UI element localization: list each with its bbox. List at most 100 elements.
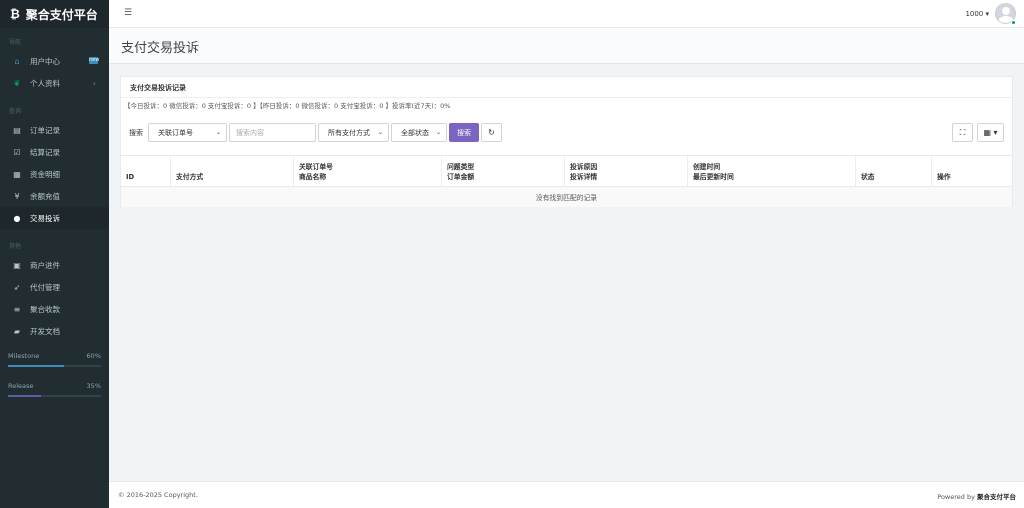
sidebar-toggle-icon[interactable]: ☰ bbox=[124, 8, 132, 18]
powered-by: Powered by 聚合支付平台 bbox=[937, 491, 1016, 501]
table-tools: ⛶ ▦ ▾ bbox=[952, 123, 1004, 142]
sidebar-item-label: 订单记录 bbox=[30, 125, 60, 135]
progress-fill bbox=[8, 395, 41, 397]
search-input[interactable]: 搜索内容 bbox=[229, 123, 316, 142]
chevron-down-icon: ⌄ bbox=[215, 129, 221, 136]
chevron-right-icon: › bbox=[92, 78, 96, 88]
powered-link[interactable]: 聚合支付平台 bbox=[977, 493, 1016, 501]
complaints-box: 支付交易投诉记录 【今日投诉：0 微信投诉：0 支付宝投诉：0 】【昨日投诉：0… bbox=[120, 76, 1013, 207]
sidebar-item-check[interactable]: ☑ 结算记录 bbox=[0, 141, 109, 163]
chevron-down-icon: ⌄ bbox=[377, 129, 383, 136]
column-header-line2: 投诉详情 bbox=[570, 173, 598, 181]
column-header-line2: 状态 bbox=[861, 173, 875, 181]
sidebar-item-label: 结算记录 bbox=[30, 147, 60, 157]
sidebar-menu: 导航 ⌂ 用户中心 new ❦ 个人资料 › 查询 ▤ 订单记录 ☑ 结算记录 ▦ 资金明细 ¥ 余额充值 ● 交… bbox=[0, 28, 109, 342]
sidebar-item-label: 开发文档 bbox=[30, 326, 60, 336]
footer: © 2016-2025 Copyright. Powered by 聚合支付平台 bbox=[109, 481, 1024, 508]
bars-icon: ≡ bbox=[13, 304, 21, 314]
status-select[interactable]: 全部状态 ⌄ bbox=[391, 123, 447, 142]
user-name[interactable]: 1000 ▾ bbox=[965, 10, 989, 18]
online-status-icon bbox=[1011, 20, 1016, 25]
sidebar-item-label: 资金明细 bbox=[30, 169, 60, 179]
status-value: 全部状态 bbox=[401, 128, 429, 137]
paytype-select[interactable]: 所有支付方式 ⌄ bbox=[318, 123, 389, 142]
column-header[interactable]: 投诉原因 投诉详情 bbox=[565, 156, 688, 186]
sidebar-item-label: 余额充值 bbox=[30, 191, 60, 201]
column-header[interactable]: 状态 bbox=[856, 156, 932, 186]
bitcoin-logo-icon: ₿ bbox=[10, 7, 20, 21]
yen-icon: ¥ bbox=[14, 191, 20, 201]
complaints-table: ID 支付方式 关联订单号 商品名称 问题类型 订单金额 投诉原因 投诉详情 创建时间 最后更新时… bbox=[121, 155, 1012, 207]
sidebar: ₿ 聚合支付平台 导航 ⌂ 用户中心 new ❦ 个人资料 › 查询 ▤ 订单记录 ☑ 结算记录 ▦ 资金… bbox=[0, 0, 109, 508]
column-header[interactable]: 支付方式 bbox=[171, 156, 294, 186]
new-badge: new bbox=[89, 57, 100, 64]
column-header-line2: 操作 bbox=[937, 173, 951, 181]
empty-row: 没有找到匹配的记录 bbox=[121, 187, 1012, 207]
progress-track bbox=[8, 365, 101, 367]
sidebar-item-label: 商户进件 bbox=[30, 260, 60, 270]
powered-prefix: Powered by bbox=[937, 493, 977, 501]
brand[interactable]: ₿ 聚合支付平台 bbox=[0, 0, 109, 28]
progress-value: 35% bbox=[86, 382, 101, 390]
column-header[interactable]: 创建时间最后更新时间 bbox=[688, 156, 856, 186]
sidebar-item-label: 个人资料 bbox=[30, 78, 60, 88]
column-header[interactable]: 操作 bbox=[932, 156, 1012, 186]
column-header-line1: 关联订单号 bbox=[299, 163, 333, 171]
sidebar-item-home[interactable]: ⌂ 用户中心 new bbox=[0, 50, 109, 72]
file-icon: ▣ bbox=[13, 260, 21, 270]
search-label: 搜索 bbox=[129, 128, 143, 137]
home-icon: ⌂ bbox=[14, 56, 20, 66]
sidebar-item-bars[interactable]: ≡ 聚合收款 bbox=[0, 298, 109, 320]
copyright: © 2016-2025 Copyright. bbox=[118, 491, 198, 499]
column-header-line1: 创建时间 bbox=[693, 163, 721, 171]
column-header[interactable]: 问题类型 订单金额 bbox=[442, 156, 565, 186]
sidebar-item-list[interactable]: ▤ 订单记录 bbox=[0, 119, 109, 141]
column-header-line2: ID bbox=[126, 173, 135, 181]
send-icon: ➶ bbox=[13, 282, 21, 292]
sidebar-item-label: 聚合收款 bbox=[30, 304, 60, 314]
leaf-icon: ❦ bbox=[13, 78, 21, 88]
page-title: 支付交易投诉 bbox=[121, 41, 200, 56]
paytype-value: 所有支付方式 bbox=[328, 128, 370, 137]
sidebar-section-label: 查询 bbox=[9, 108, 22, 115]
column-header-line2: 订单金额 bbox=[447, 173, 475, 181]
content-header: 支付交易投诉 bbox=[109, 28, 1024, 64]
refresh-icon[interactable]: ↻ bbox=[481, 123, 502, 142]
sidebar-section-label: 导航 bbox=[9, 39, 22, 46]
chevron-down-icon: ⌄ bbox=[435, 129, 441, 136]
sidebar-item-table[interactable]: ▦ 资金明细 bbox=[0, 163, 109, 185]
sidebar-section-label: 其他 bbox=[9, 243, 22, 250]
list-icon: ▤ bbox=[13, 125, 21, 135]
columns-toggle-icon[interactable]: ▦ ▾ bbox=[977, 123, 1004, 142]
table-icon: ▦ bbox=[13, 169, 21, 179]
complaint-stats: 【今日投诉：0 微信投诉：0 支付宝投诉：0 】【昨日投诉：0 微信投诉：0 支… bbox=[124, 102, 451, 110]
search-button[interactable]: 搜索 bbox=[449, 123, 479, 142]
user-menu[interactable]: 1000 ▾ bbox=[965, 3, 1016, 24]
sidebar-item-label: 代付管理 bbox=[30, 282, 60, 292]
progress-track bbox=[8, 395, 101, 397]
sidebar-item-yen[interactable]: ¥ 余额充值 bbox=[0, 185, 109, 207]
sidebar-item-file[interactable]: ▣ 商户进件 bbox=[0, 254, 109, 276]
sidebar-item-label: 用户中心 bbox=[30, 56, 60, 66]
progress-label: Milestone bbox=[8, 352, 40, 360]
sidebar-item-leaf[interactable]: ❦ 个人资料 › bbox=[0, 72, 109, 94]
progress-value: 60% bbox=[86, 352, 101, 360]
column-header-line2: 最后更新时间 bbox=[693, 173, 734, 181]
top-navbar: ☰ 1000 ▾ bbox=[109, 0, 1024, 28]
column-header[interactable]: 关联订单号 商品名称 bbox=[294, 156, 442, 186]
fullscreen-icon[interactable]: ⛶ bbox=[952, 123, 973, 142]
brand-title: 聚合支付平台 bbox=[25, 7, 98, 22]
comment-icon: ● bbox=[13, 213, 21, 223]
column-header-line1: 投诉原因 bbox=[570, 163, 598, 171]
progress-milestone: Milestone 60% bbox=[0, 352, 109, 367]
search-toolbar: 搜索 关联订单号 ⌄ 搜索内容 所有支付方式 ⌄ 全部状态 ⌄ 搜索 ↻ bbox=[129, 123, 502, 142]
sidebar-item-send[interactable]: ➶ 代付管理 bbox=[0, 276, 109, 298]
column-header[interactable]: ID bbox=[121, 156, 171, 186]
progress-label: Release bbox=[8, 382, 34, 390]
sidebar-item-book[interactable]: ▰ 开发文档 bbox=[0, 320, 109, 342]
search-field-select[interactable]: 关联订单号 ⌄ bbox=[148, 123, 227, 142]
column-header-line2: 支付方式 bbox=[176, 173, 204, 181]
column-header-line2: 商品名称 bbox=[299, 173, 327, 181]
sidebar-item-comment[interactable]: ● 交易投诉 bbox=[0, 207, 109, 229]
box-title: 支付交易投诉记录 bbox=[130, 84, 186, 92]
